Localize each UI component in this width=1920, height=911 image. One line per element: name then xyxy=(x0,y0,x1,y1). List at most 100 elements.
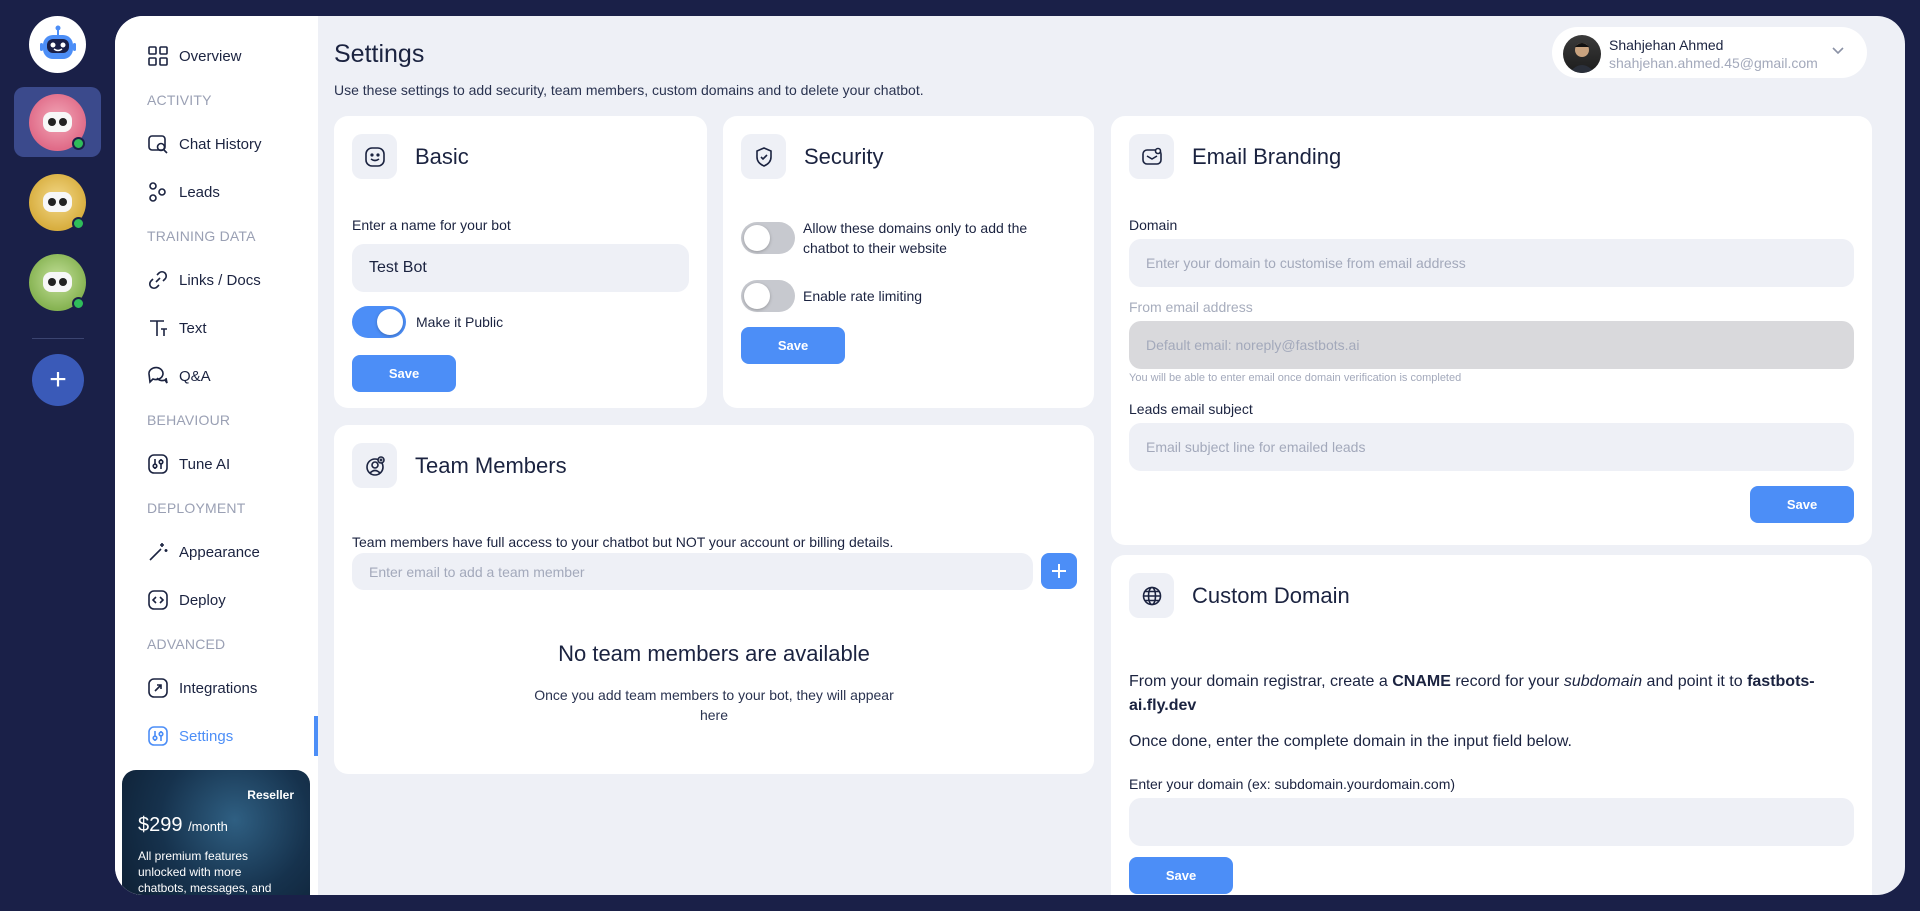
sidebar-item-chat-history[interactable]: Chat History xyxy=(147,132,262,156)
reseller-promo-card[interactable]: Reseller $299 /month All premium feature… xyxy=(122,770,310,895)
domain-label: Domain xyxy=(1129,217,1178,233)
bot-avatar-2[interactable] xyxy=(29,174,86,231)
leads-subject-input[interactable]: Email subject line for emailed leads xyxy=(1129,423,1854,471)
bot-avatar-1[interactable] xyxy=(29,94,86,151)
card-title: Security xyxy=(804,143,884,169)
team-description: Team members have full access to your ch… xyxy=(352,534,894,550)
promo-price: $299 /month xyxy=(138,814,228,836)
sidebar-item-appearance[interactable]: Appearance xyxy=(147,540,260,564)
bot-name-label: Enter a name for your bot xyxy=(352,217,511,233)
chat-search-icon xyxy=(147,133,169,155)
app-frame: Overview ACTIVITY Chat History Leads TRA… xyxy=(115,16,1905,895)
user-email: shahjehan.ahmed.45@gmail.com xyxy=(1609,55,1818,71)
rail-divider xyxy=(32,338,84,339)
promo-description: All premium features unlocked with more … xyxy=(138,849,272,895)
sidebar-item-text[interactable]: Text xyxy=(147,316,207,340)
section-behaviour: BEHAVIOUR xyxy=(147,412,231,428)
active-indicator xyxy=(314,716,318,756)
mail-icon xyxy=(1129,134,1174,179)
sidebar-item-label: Overview xyxy=(179,47,242,65)
shield-icon xyxy=(741,134,786,179)
custom-domain-input[interactable] xyxy=(1129,798,1854,846)
grid-icon xyxy=(147,45,169,67)
card-title: Team Members xyxy=(415,452,567,478)
security-save-button[interactable]: Save xyxy=(741,327,845,364)
rate-limiting-toggle[interactable] xyxy=(741,280,795,312)
sidebar-item-label: Chat History xyxy=(179,135,262,153)
sidebar-item-label: Leads xyxy=(179,183,220,201)
rate-limiting-label: Enable rate limiting xyxy=(803,288,923,304)
sidebar-item-label: Settings xyxy=(179,727,234,745)
page-subtitle: Use these settings to add security, team… xyxy=(334,82,924,98)
robot-logo-icon xyxy=(39,25,76,59)
domain-instructions-2: Once done, enter the complete domain in … xyxy=(1129,733,1572,750)
sidebar-item-label: Links / Docs xyxy=(179,271,261,289)
user-add-icon xyxy=(352,443,397,488)
card-header: Basic xyxy=(352,134,469,179)
sidebar-item-settings[interactable]: Settings xyxy=(147,724,233,748)
section-training-data: TRAINING DATA xyxy=(147,228,256,244)
sidebar-item-links-docs[interactable]: Links / Docs xyxy=(147,268,261,292)
sidebar-item-overview[interactable]: Overview xyxy=(147,44,242,68)
bot-avatar-3[interactable] xyxy=(29,254,86,311)
empty-state-subtitle: Once you add team members to your bot, t… xyxy=(534,687,894,723)
security-card: Security Allow these domains only to add… xyxy=(723,116,1094,408)
sidebar-item-deploy[interactable]: Deploy xyxy=(147,588,226,612)
sidebar-item-leads[interactable]: Leads xyxy=(147,180,220,204)
make-public-label: Make it Public xyxy=(416,314,504,330)
custom-domain-card: Custom Domain From your domain registrar… xyxy=(1111,555,1872,895)
empty-state-title: No team members are available xyxy=(558,641,870,666)
avatar xyxy=(1563,35,1601,73)
card-title: Custom Domain xyxy=(1192,582,1350,608)
sidebar-item-label: Integrations xyxy=(179,679,258,697)
chevron-down-icon xyxy=(1831,43,1845,60)
promo-tag: Reseller xyxy=(247,788,294,802)
sidebar-item-tune-ai[interactable]: Tune AI xyxy=(147,452,230,476)
online-status-dot xyxy=(72,137,85,150)
allow-domains-toggle[interactable] xyxy=(741,222,795,254)
card-title: Basic xyxy=(415,143,469,169)
online-status-dot xyxy=(72,217,85,230)
sidebar-item-label: Tune AI xyxy=(179,455,231,473)
external-link-icon xyxy=(147,677,169,699)
plus-icon xyxy=(1052,564,1066,578)
basic-card: Basic Enter a name for your bot Test Bot… xyxy=(334,116,707,408)
email-branding-card: Email Branding Domain Enter your domain … xyxy=(1111,116,1872,545)
card-header: Custom Domain xyxy=(1129,573,1350,618)
smiley-icon xyxy=(352,134,397,179)
sidebar-item-label: Appearance xyxy=(179,543,260,561)
sidebar-item-label: Q&A xyxy=(179,367,211,385)
magic-wand-icon xyxy=(147,541,169,563)
bot-rail: + xyxy=(0,0,115,911)
sidebar-item-label: Text xyxy=(179,319,207,337)
custom-domain-save-button[interactable]: Save xyxy=(1129,857,1233,894)
team-email-input[interactable]: Enter email to add a team member xyxy=(352,553,1033,590)
app-logo[interactable] xyxy=(29,16,86,73)
text-icon xyxy=(147,317,169,339)
online-status-dot xyxy=(72,297,85,310)
card-header: Email Branding xyxy=(1129,134,1341,179)
add-team-member-button[interactable] xyxy=(1041,553,1077,589)
bot-name-input[interactable]: Test Bot xyxy=(352,244,689,292)
sidebar-item-qa[interactable]: Q&A xyxy=(147,364,211,388)
settings-sliders-icon xyxy=(147,725,169,747)
user-menu[interactable]: Shahjehan Ahmed shahjehan.ahmed.45@gmail… xyxy=(1552,27,1867,78)
make-public-toggle[interactable] xyxy=(352,306,406,338)
user-name: Shahjehan Ahmed xyxy=(1609,37,1724,53)
sidebar-item-integrations[interactable]: Integrations xyxy=(147,676,257,700)
chat-bubbles-icon xyxy=(147,365,169,387)
domain-input[interactable]: Enter your domain to customise from emai… xyxy=(1129,239,1854,287)
team-members-card: Team Members Team members have full acce… xyxy=(334,425,1094,774)
sidebar-item-label: Deploy xyxy=(179,591,226,609)
link-icon xyxy=(147,269,169,291)
code-icon xyxy=(147,589,169,611)
card-header: Security xyxy=(741,134,883,179)
card-title: Email Branding xyxy=(1192,143,1342,169)
people-icon xyxy=(147,181,169,203)
sidebar: Overview ACTIVITY Chat History Leads TRA… xyxy=(115,16,318,895)
section-activity: ACTIVITY xyxy=(147,92,212,108)
basic-save-button[interactable]: Save xyxy=(352,355,456,392)
section-advanced: ADVANCED xyxy=(147,636,226,652)
email-branding-save-button[interactable]: Save xyxy=(1750,486,1854,523)
add-bot-button[interactable]: + xyxy=(32,354,84,406)
